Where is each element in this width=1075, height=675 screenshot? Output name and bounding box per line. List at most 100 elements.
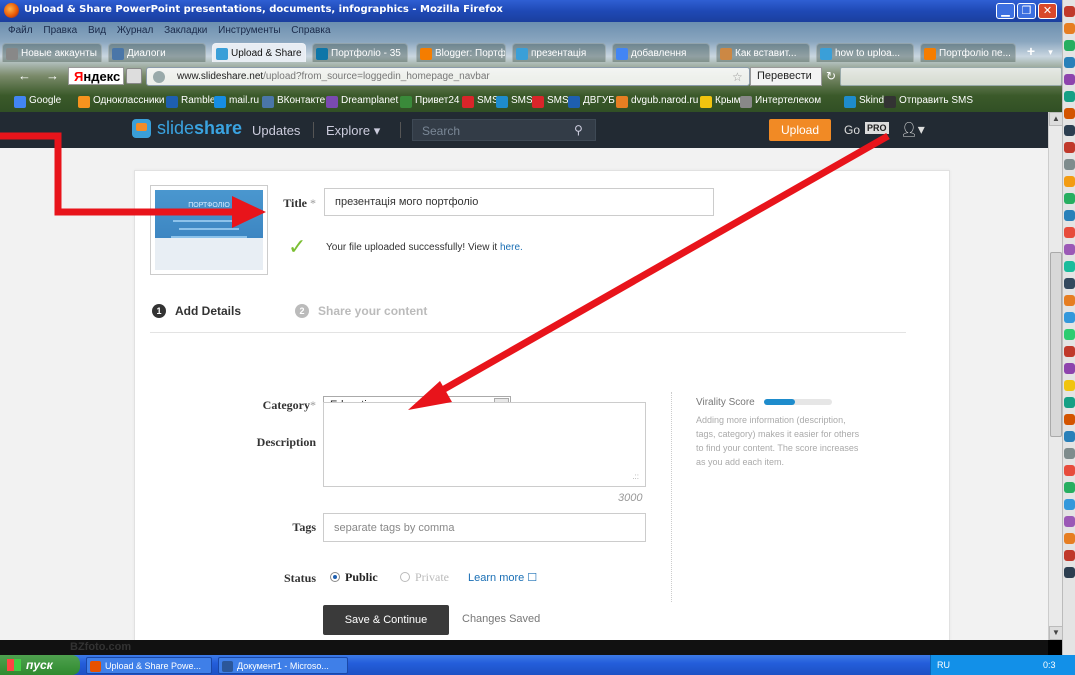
learn-more-link[interactable]: Learn more ☐ [468,571,537,584]
tab-6[interactable]: презентація [512,43,606,62]
sidebar-addon-icon[interactable] [1064,244,1075,255]
bookmark-item[interactable]: ВКонтакте [262,95,325,108]
task-firefox[interactable]: Upload & Share Powe... [86,657,212,674]
public-radio[interactable] [330,572,340,582]
bookmark-item[interactable]: Rambler [166,95,219,108]
tab-8[interactable]: Как вставит... [716,43,810,62]
bookmark-item[interactable]: Skindo [844,95,890,108]
menu-edit[interactable]: Правка [43,25,77,36]
sidebar-addon-icon[interactable] [1064,176,1075,187]
sidebar-addon-icon[interactable] [1064,23,1075,34]
sidebar-addon-icon[interactable] [1064,193,1075,204]
resize-grip-icon[interactable]: .:: [632,472,639,481]
sidebar-addon-icon[interactable] [1064,312,1075,323]
bookmark-item[interactable]: SMS [532,95,569,108]
description-textarea[interactable]: .:: [323,402,646,487]
scroll-thumb[interactable] [1050,252,1062,437]
slideshare-logo-icon[interactable] [132,119,151,138]
nav-updates[interactable]: Updates [252,123,300,138]
sidebar-addon-icon[interactable] [1064,550,1075,561]
menu-bookmarks[interactable]: Закладки [164,25,207,36]
bookmark-item[interactable]: Отправить SMS [884,95,973,108]
sidebar-addon-icon[interactable] [1064,533,1075,544]
sidebar-addon-icon[interactable] [1064,125,1075,136]
sidebar-addon-icon[interactable] [1064,6,1075,17]
tab-list-button[interactable]: ▾ [1043,44,1058,60]
bookmark-item[interactable]: dvgub.narod.ru [616,95,698,108]
sidebar-addon-icon[interactable] [1064,516,1075,527]
step-add-details[interactable]: Add Details [175,304,241,318]
scroll-down-arrow[interactable]: ▼ [1049,626,1063,640]
url-bar[interactable]: www.slideshare.net/upload?from_source=lo… [146,67,750,86]
sidebar-addon-icon[interactable] [1064,414,1075,425]
sidebar-addon-icon[interactable] [1064,261,1075,272]
sidebar-addon-icon[interactable] [1064,295,1075,306]
language-indicator[interactable]: RU [937,660,950,670]
sidebar-addon-icon[interactable] [1064,159,1075,170]
sidebar-addon-icon[interactable] [1064,278,1075,289]
sidebar-addon-icon[interactable] [1064,40,1075,51]
new-tab-button[interactable]: + [1022,44,1040,60]
bookmark-item[interactable]: Привет24 [400,95,459,108]
sidebar-addon-icon[interactable] [1064,346,1075,357]
menu-history[interactable]: Журнал [117,25,154,36]
search-input[interactable]: Search [412,119,596,141]
tab-5[interactable]: Blogger: Портф... [416,43,506,62]
sidebar-addon-icon[interactable] [1064,363,1075,374]
menu-view[interactable]: Вид [88,25,106,36]
reader-icon[interactable] [126,68,142,84]
sidebar-addon-icon[interactable] [1064,397,1075,408]
bookmark-item[interactable]: ДВГУБ [568,95,615,108]
public-label[interactable]: Public [345,570,378,585]
bookmark-item[interactable]: mail.ru [214,95,259,108]
bookmark-item[interactable]: Крым [700,95,740,108]
site-identity-icon[interactable] [153,71,165,83]
upload-button[interactable]: Upload [769,119,831,141]
sidebar-addon-icon[interactable] [1064,91,1075,102]
step-share-content[interactable]: Share your content [318,304,427,318]
go-pro-link[interactable]: Go [844,123,860,137]
start-button[interactable]: пуск [0,655,80,675]
bookmark-item[interactable]: Dreamplanet [326,95,398,108]
tab-10[interactable]: Портфоліо пе... [920,43,1016,62]
pro-badge[interactable]: PRO [865,122,889,134]
forward-button[interactable]: → [46,68,59,83]
sidebar-addon-icon[interactable] [1064,465,1075,476]
tags-input[interactable]: separate tags by comma [323,513,646,542]
tab-4[interactable]: Портфоліо - 35 [312,43,408,62]
slideshare-logo[interactable]: slideshare [157,118,242,139]
yandex-button[interactable]: Яндекс [68,67,124,85]
menu-tools[interactable]: Инструменты [218,25,280,36]
sidebar-addon-icon[interactable] [1064,448,1075,459]
sidebar-addon-icon[interactable] [1064,567,1075,578]
tab-9[interactable]: how to uploa... [816,43,914,62]
bookmark-item[interactable]: SMS [462,95,499,108]
title-input[interactable]: презентація мого портфоліо [324,188,714,216]
sidebar-addon-icon[interactable] [1064,227,1075,238]
sidebar-addon-icon[interactable] [1064,431,1075,442]
tab-7[interactable]: добавлення [612,43,710,62]
bookmark-item[interactable]: SMS [496,95,533,108]
clock[interactable]: 0:3 [1043,660,1056,670]
sidebar-addon-icon[interactable] [1064,210,1075,221]
menu-help[interactable]: Справка [291,25,330,36]
addon-toolbar-icons[interactable] [840,67,1062,86]
search-icon[interactable]: ⚲ [574,123,583,137]
page-scrollbar[interactable]: ▲ ▼ [1048,112,1063,640]
private-radio[interactable] [400,572,410,582]
reload-icon[interactable]: ↻ [826,69,836,83]
sidebar-addon-icon[interactable] [1064,329,1075,340]
user-icon[interactable]: 👤︎▾ [900,121,925,138]
bookmark-item[interactable]: Одноклассники [78,95,164,108]
bookmark-item[interactable]: Интертелеком [740,95,821,108]
tab-2[interactable]: Диалоги [108,43,206,62]
sidebar-addon-icon[interactable] [1064,74,1075,85]
bookmark-star-icon[interactable]: ☆ [732,70,743,84]
sidebar-addon-icon[interactable] [1064,108,1075,119]
minimize-button[interactable]: ▁ [996,3,1015,19]
sidebar-addon-icon[interactable] [1064,57,1075,68]
sidebar-addon-icon[interactable] [1064,499,1075,510]
tab-3[interactable]: Upload & Share [212,43,306,62]
close-button[interactable]: ✕ [1038,3,1057,19]
menu-file[interactable]: Файл [8,25,33,36]
